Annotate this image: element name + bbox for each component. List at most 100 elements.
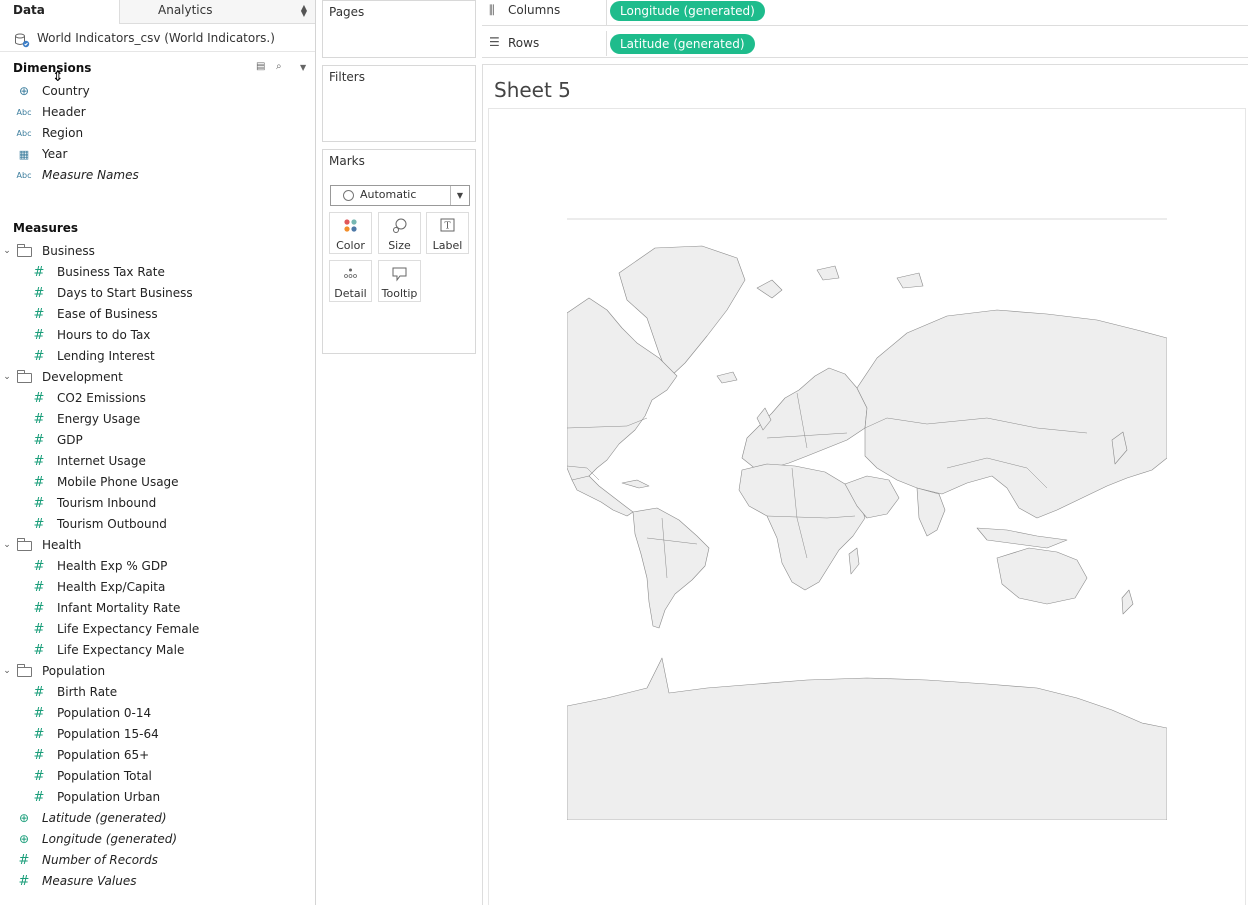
generated-field[interactable]: ⊕ Latitude (generated) [0, 808, 315, 829]
updown-arrows-icon[interactable]: ▲ ▼ [301, 4, 307, 18]
measure-field[interactable]: # Mobile Phone Usage [0, 472, 315, 493]
mark-type-select[interactable]: Automatic ▼ [330, 185, 470, 206]
field-label: Days to Start Business [57, 286, 193, 300]
folder-population[interactable]: ⌄ Population [0, 661, 315, 682]
dimension-field[interactable]: Abc Header [0, 102, 315, 123]
folder-icon [17, 538, 32, 551]
world-map[interactable] [567, 218, 1167, 820]
folder-development[interactable]: ⌄ Development [0, 367, 315, 388]
measure-field[interactable]: # CO2 Emissions [0, 388, 315, 409]
filters-title: Filters [329, 70, 365, 84]
measure-field[interactable]: # Life Expectancy Male [0, 640, 315, 661]
africa-shape [738, 463, 866, 591]
dimension-field[interactable]: ⊕ Country [0, 81, 315, 102]
tooltip-button[interactable]: Tooltip [378, 260, 421, 302]
hash-icon: # [33, 685, 45, 700]
folder-icon [17, 664, 32, 677]
filters-card[interactable]: Filters [322, 65, 476, 142]
measure-field[interactable]: # Days to Start Business [0, 283, 315, 304]
measure-field[interactable]: # Hours to do Tax [0, 325, 315, 346]
hash-icon: # [33, 412, 45, 427]
dimension-field[interactable]: ▦ Year [0, 144, 315, 165]
field-label: Latitude (generated) [42, 811, 167, 825]
tab-data[interactable]: Data [0, 0, 119, 24]
field-label: Business Tax Rate [57, 265, 165, 279]
measure-field[interactable]: # Infant Mortality Rate [0, 598, 315, 619]
folder-label: Health [42, 538, 82, 552]
detail-label: Detail [334, 287, 367, 300]
field-label: Health Exp/Capita [57, 580, 166, 594]
arctic-islands-shape [756, 265, 924, 299]
antarctica-shape [567, 657, 1167, 820]
field-label: Internet Usage [57, 454, 146, 468]
chevron-down-icon[interactable]: ⌄ [2, 241, 12, 262]
globe-icon: ⊕ [18, 811, 30, 825]
chevron-down-icon[interactable]: ⌄ [2, 661, 12, 682]
longitude-pill[interactable]: Longitude (generated) [610, 1, 765, 21]
field-label: Life Expectancy Male [57, 643, 185, 657]
label-button[interactable]: T Label [426, 212, 469, 254]
hash-icon: # [33, 769, 45, 784]
measure-field[interactable]: # Birth Rate [0, 682, 315, 703]
pages-card[interactable]: Pages [322, 0, 476, 58]
menu-dropdown-icon[interactable]: ▼ [300, 63, 306, 72]
measure-field[interactable]: # GDP [0, 430, 315, 451]
abc-icon: Abc [16, 171, 32, 180]
chevron-down-icon[interactable]: ⌄ [2, 535, 12, 556]
chevron-down-icon[interactable]: ▼ [450, 186, 469, 205]
measure-field[interactable]: # Population 0-14 [0, 703, 315, 724]
tab-analytics[interactable]: Analytics ▲ ▼ [119, 0, 315, 24]
search-icon[interactable]: ⌕ [276, 61, 282, 72]
folder-icon [17, 244, 32, 257]
folder-icon [17, 370, 32, 383]
sheet-title[interactable]: Sheet 5 [494, 78, 571, 102]
field-label: Header [42, 105, 86, 119]
rows-shelf-label: ☰ Rows [482, 31, 607, 56]
india-shape [916, 487, 946, 537]
measure-field[interactable]: # Population Urban [0, 787, 315, 808]
generated-field[interactable]: # Number of Records [0, 850, 315, 871]
dimension-field[interactable]: Abc Measure Names [0, 165, 315, 186]
tooltip-label: Tooltip [381, 287, 418, 300]
columns-shelf[interactable]: ⫼ Columns Longitude (generated) [482, 0, 1248, 26]
latitude-pill[interactable]: Latitude (generated) [610, 34, 755, 54]
measure-field[interactable]: # Business Tax Rate [0, 262, 315, 283]
field-label: Measure Names [42, 168, 139, 182]
measure-field[interactable]: # Tourism Outbound [0, 514, 315, 535]
hash-icon: # [33, 328, 45, 343]
generated-field[interactable]: ⊕ Longitude (generated) [0, 829, 315, 850]
measure-field[interactable]: # Population 65+ [0, 745, 315, 766]
measure-field[interactable]: # Population 15-64 [0, 724, 315, 745]
measure-field[interactable]: # Internet Usage [0, 451, 315, 472]
color-button[interactable]: Color [329, 212, 372, 254]
mark-type-value: Automatic [360, 188, 417, 201]
field-label: GDP [57, 433, 83, 447]
measure-field[interactable]: # Health Exp % GDP [0, 556, 315, 577]
measure-field[interactable]: # Tourism Inbound [0, 493, 315, 514]
measure-field[interactable]: # Health Exp/Capita [0, 577, 315, 598]
field-label: Country [42, 84, 90, 98]
folder-health[interactable]: ⌄ Health [0, 535, 315, 556]
abc-icon: Abc [16, 108, 32, 117]
hash-icon: # [18, 874, 30, 889]
view-list-icon[interactable]: ▤ [256, 61, 265, 72]
measure-field[interactable]: # Ease of Business [0, 304, 315, 325]
folder-label: Population [42, 664, 106, 678]
measure-field[interactable]: # Energy Usage [0, 409, 315, 430]
measure-field[interactable]: # Population Total [0, 766, 315, 787]
chevron-down-icon[interactable]: ⌄ [2, 367, 12, 388]
hash-icon: # [33, 727, 45, 742]
generated-field[interactable]: # Measure Values [0, 871, 315, 892]
rows-shelf[interactable]: ☰ Rows Latitude (generated) [482, 31, 1248, 58]
madagascar-shape [848, 547, 860, 575]
dimension-field[interactable]: Abc Region [0, 123, 315, 144]
field-label: Population 0-14 [57, 706, 152, 720]
measure-field[interactable]: # Lending Interest [0, 346, 315, 367]
field-label: Measure Values [42, 874, 137, 888]
size-button[interactable]: Size [378, 212, 421, 254]
datasource-item[interactable]: World Indicators_csv (World Indicators.) [0, 28, 315, 52]
datasource-name: World Indicators_csv (World Indicators.) [37, 31, 275, 45]
measure-field[interactable]: # Life Expectancy Female [0, 619, 315, 640]
detail-button[interactable]: Detail [329, 260, 372, 302]
folder-business[interactable]: ⌄ Business [0, 241, 315, 262]
